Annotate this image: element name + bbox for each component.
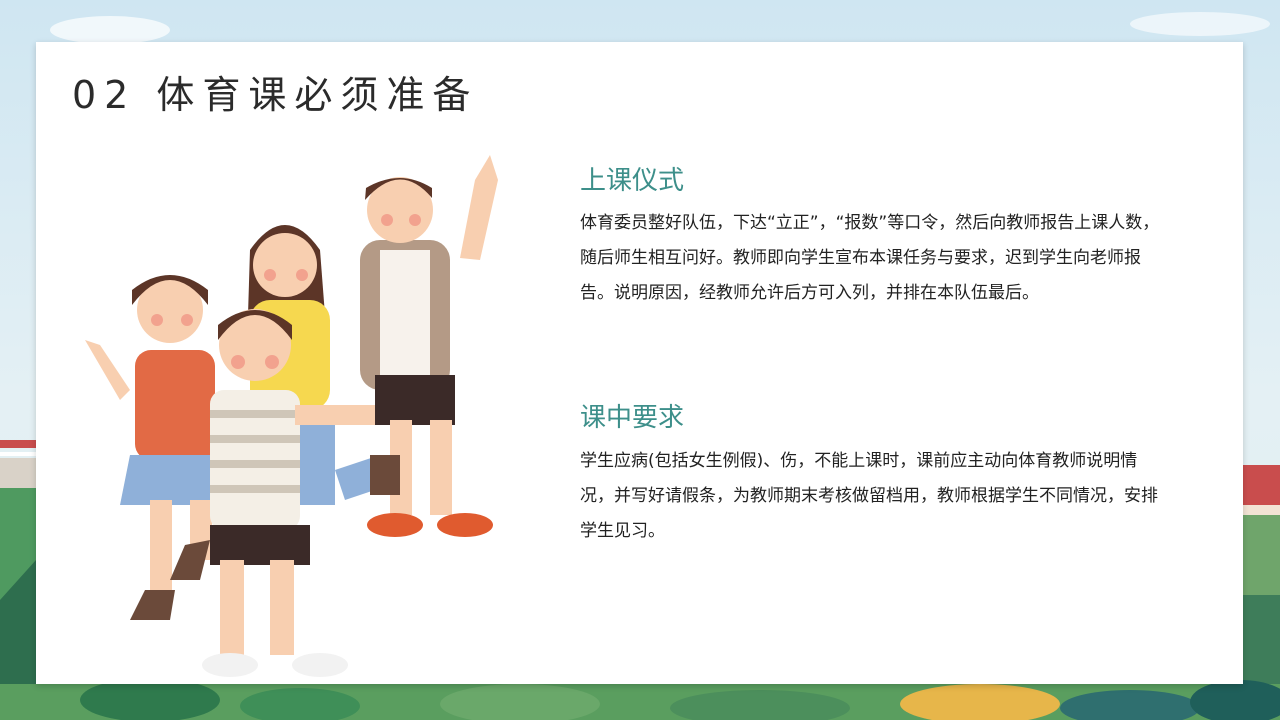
section-heading-ceremony: 上课仪式 <box>580 166 685 196</box>
section-body-requirements: 学生应病(包括女生例假)、伤，不能上课时，课前应主动向体育教师说明情况，并写好请… <box>580 451 1158 541</box>
section-heading-requirements: 课中要求 <box>580 403 685 433</box>
four-children-illustration <box>85 155 498 677</box>
girl-orange-figure <box>85 275 230 620</box>
slide-title: 02 体育课必须准备 <box>72 73 479 117</box>
section-body-ceremony: 体育委员整好队伍，下达“立正”，“报数”等口令，然后向教师报告上课人数，随后师生… <box>580 213 1160 303</box>
